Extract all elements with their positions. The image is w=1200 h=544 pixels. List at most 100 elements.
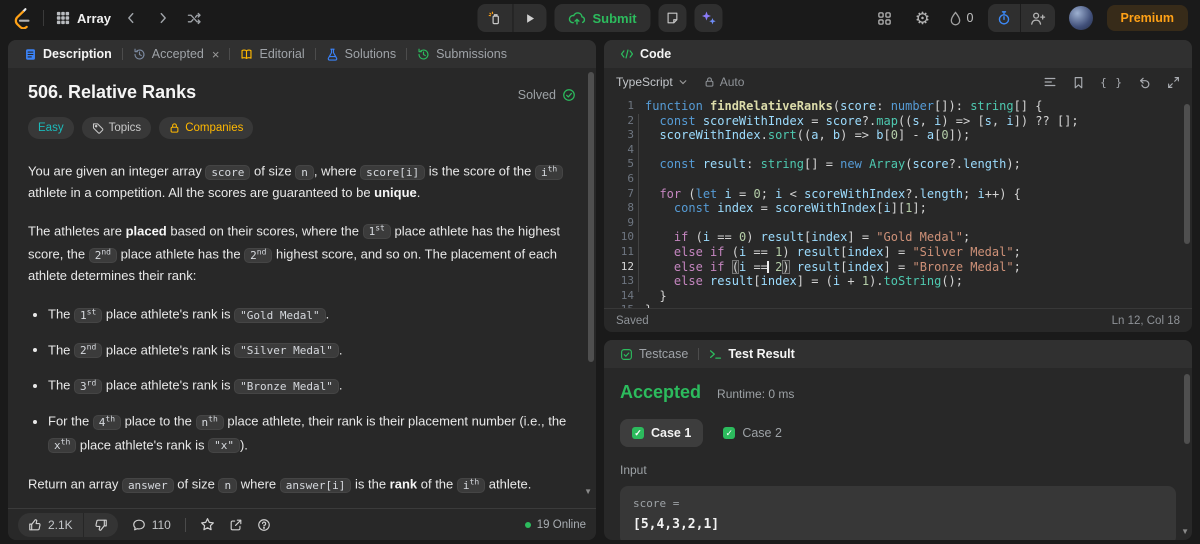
terminal-icon xyxy=(709,348,722,361)
like-button[interactable]: 2.1K xyxy=(18,513,83,537)
companies-label: Companies xyxy=(185,122,244,134)
topics-button[interactable]: Topics xyxy=(81,117,152,139)
language-selector[interactable]: TypeScript xyxy=(616,75,688,89)
companies-button[interactable]: Companies xyxy=(159,117,254,139)
braces-icon[interactable]: { } xyxy=(1100,76,1123,89)
code-token: function xyxy=(645,99,703,113)
timer-button[interactable] xyxy=(988,4,1020,32)
code-line[interactable]: 5 const result: string[] = new Array(sco… xyxy=(604,157,1192,172)
input-box[interactable]: score = [5,4,3,2,1] xyxy=(620,486,1176,540)
format-icon[interactable] xyxy=(1043,75,1057,89)
workspace-menu[interactable]: Array xyxy=(56,11,111,26)
code-line[interactable]: 7 for (let i = 0; i < scoreWithIndex?.le… xyxy=(604,187,1192,202)
code-token: + xyxy=(847,274,855,289)
prev-question-button[interactable] xyxy=(119,6,143,30)
autocomplete-label: Auto xyxy=(719,75,745,89)
grid-icon xyxy=(56,11,70,25)
tab-testcase[interactable]: Testcase xyxy=(612,340,696,368)
code-editor[interactable]: 1 function findRelativeRanks(score: numbe… xyxy=(604,96,1192,308)
help-button[interactable] xyxy=(257,518,271,532)
workspace-label: Array xyxy=(77,10,111,26)
tab-label: Solutions xyxy=(344,47,397,61)
difficulty-badge[interactable]: Easy xyxy=(28,117,74,139)
code-line[interactable]: 2 const scoreWithIndex = score?.map((s, … xyxy=(604,114,1192,129)
code-line[interactable]: 13 else result[index] = (i + 1).toString… xyxy=(604,274,1192,289)
code-line[interactable]: 15} xyxy=(604,303,1192,308)
run-button[interactable] xyxy=(512,4,546,32)
share-button[interactable] xyxy=(229,518,243,532)
debugger-button[interactable] xyxy=(477,4,512,32)
share-icon xyxy=(229,518,243,532)
code-line[interactable]: 14 } xyxy=(604,289,1192,304)
tab-submissions[interactable]: Submissions xyxy=(409,40,515,68)
description-scrollbar[interactable] xyxy=(588,72,594,362)
bracket-match: ( xyxy=(731,259,739,274)
scroll-down-icon[interactable]: ▼ xyxy=(584,482,592,502)
code-token: scoreWithIndex xyxy=(702,113,804,128)
tab-test-result[interactable]: Test Result xyxy=(701,340,802,368)
code-token: } xyxy=(645,288,667,303)
lock-icon xyxy=(704,76,715,88)
avatar[interactable] xyxy=(1068,6,1093,30)
settings-gear-icon[interactable]: ⚙ xyxy=(911,6,935,30)
code-token: ( xyxy=(724,244,739,259)
shuffle-icon[interactable] xyxy=(183,6,207,30)
premium-button[interactable]: Premium xyxy=(1106,5,1188,31)
stopwatch-icon xyxy=(997,10,1011,26)
bold-text: rank xyxy=(389,476,418,492)
editor-scrollbar[interactable] xyxy=(1184,104,1190,244)
solved-label: Solved xyxy=(517,88,556,102)
next-question-button[interactable] xyxy=(151,6,175,30)
bookmark-icon[interactable] xyxy=(1072,76,1085,89)
code-line[interactable]: 11 else if (i == 1) result[index] = "Sil… xyxy=(604,245,1192,260)
tab-code[interactable]: Code xyxy=(612,40,679,68)
check-icon: ✓ xyxy=(632,427,644,439)
leetcode-logo-icon[interactable] xyxy=(12,7,31,29)
notes-button[interactable] xyxy=(658,4,687,32)
code-line[interactable]: 12 else if (i == 2) result[index] = "Bro… xyxy=(604,259,1192,275)
check-icon: ✓ xyxy=(723,427,736,439)
code-line[interactable]: 4 xyxy=(604,143,1192,158)
case-tab-case-1[interactable]: ✓ Case 1 xyxy=(620,419,704,447)
favorite-button[interactable] xyxy=(200,517,215,532)
code-line-content: const index = scoreWithIndex[i][1]; xyxy=(634,201,927,216)
testcase-scrollbar[interactable] xyxy=(1184,374,1190,444)
case-tab-case-2[interactable]: ✓ Case 2 xyxy=(711,419,794,447)
ai-assistant-button[interactable] xyxy=(694,4,723,32)
daily-streak[interactable]: 0 xyxy=(949,10,974,26)
code-line[interactable]: 8 const index = scoreWithIndex[i][1]; xyxy=(604,201,1192,216)
close-icon[interactable]: × xyxy=(212,48,220,61)
tab-description[interactable]: Description xyxy=(16,40,120,68)
autocomplete-toggle[interactable]: Auto xyxy=(704,75,745,89)
tab-solutions[interactable]: Solutions xyxy=(318,40,404,68)
code-token: result xyxy=(710,274,754,289)
code-token: "Bronze Medal" xyxy=(912,259,1014,274)
code-token: [ xyxy=(883,128,891,143)
tab-editorial[interactable]: Editorial xyxy=(232,40,312,68)
code-token: ). xyxy=(869,274,884,289)
invite-button[interactable] xyxy=(1019,4,1055,32)
expand-icon[interactable] xyxy=(1167,76,1180,89)
code-line[interactable]: 9 xyxy=(604,216,1192,231)
code-token: length xyxy=(919,186,964,201)
code-token: toString xyxy=(883,274,942,289)
dislike-button[interactable] xyxy=(82,512,118,537)
comments-button[interactable]: 110 xyxy=(132,518,171,532)
code-token: => xyxy=(854,128,870,143)
tab-accepted[interactable]: Accepted × xyxy=(125,40,228,68)
submit-button[interactable]: Submit xyxy=(554,4,651,32)
language-label: TypeScript xyxy=(616,75,673,89)
scroll-down-icon[interactable]: ▼ xyxy=(1181,527,1189,536)
apps-icon[interactable] xyxy=(873,6,897,30)
code-line[interactable]: 1 function findRelativeRanks(score: numbe… xyxy=(604,99,1192,114)
code-line[interactable]: 6 xyxy=(604,172,1192,187)
undo-icon[interactable] xyxy=(1138,75,1152,89)
code-line[interactable]: 10 if (i == 0) result[index] = "Gold Med… xyxy=(604,230,1192,245)
solved-status: Solved xyxy=(518,85,576,105)
code-line[interactable]: 3 scoreWithIndex.sort((a, b) => b[0] - a… xyxy=(604,128,1192,143)
code-token: => xyxy=(955,113,971,128)
